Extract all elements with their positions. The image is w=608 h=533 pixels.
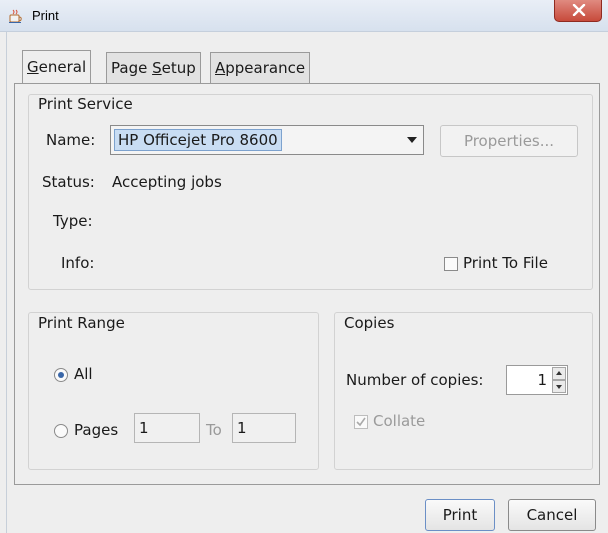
printer-name-select[interactable]: HP Officejet Pro 8600 xyxy=(110,125,424,155)
info-label: Info: xyxy=(61,254,95,272)
copies-title: Copies xyxy=(344,314,395,332)
type-label: Type: xyxy=(53,212,93,230)
print-to-file-checkbox[interactable] xyxy=(444,257,458,271)
chevron-down-icon[interactable] xyxy=(407,137,417,143)
all-radio[interactable] xyxy=(54,368,68,382)
pages-from-input[interactable]: 1 xyxy=(134,413,200,443)
print-dialog: Print General Page Setup Appearance Prin… xyxy=(0,0,608,533)
copies-value: 1 xyxy=(537,371,547,389)
close-icon xyxy=(572,4,586,16)
print-service-title: Print Service xyxy=(38,95,133,113)
printer-name-value: HP Officejet Pro 8600 xyxy=(114,129,282,151)
print-range-title: Print Range xyxy=(38,314,125,332)
properties-button[interactable]: Properties... xyxy=(440,125,578,157)
pages-to-value: 1 xyxy=(237,419,247,437)
pages-to-input[interactable]: 1 xyxy=(232,413,296,443)
spinner-up-button[interactable] xyxy=(552,367,566,380)
status-value: Accepting jobs xyxy=(112,173,222,191)
close-button[interactable] xyxy=(554,0,602,22)
spinner-down-button[interactable] xyxy=(552,380,566,393)
java-cup-icon xyxy=(9,9,22,23)
title-bar[interactable]: Print xyxy=(0,0,608,32)
all-radio-label[interactable]: All xyxy=(74,365,93,383)
collate-checkbox[interactable] xyxy=(354,415,368,429)
cancel-button[interactable]: Cancel xyxy=(508,499,596,531)
window-title: Print xyxy=(32,8,59,23)
copies-spinner[interactable]: 1 xyxy=(506,365,568,395)
tab-general[interactable]: General xyxy=(22,50,92,84)
tab-page-setup[interactable]: Page Setup xyxy=(106,52,201,84)
print-range-group xyxy=(28,312,319,470)
pages-radio[interactable] xyxy=(54,424,68,438)
tab-general-label: General xyxy=(27,58,87,76)
checkmark-icon xyxy=(356,417,366,427)
pages-from-value: 1 xyxy=(139,419,149,437)
print-button[interactable]: Print xyxy=(425,499,495,531)
to-label: To xyxy=(206,421,222,439)
tab-appearance-label: Appearance xyxy=(215,59,306,77)
number-of-copies-label: Number of copies: xyxy=(346,371,484,389)
tab-appearance[interactable]: Appearance xyxy=(210,52,311,84)
pages-radio-label[interactable]: Pages xyxy=(74,421,118,439)
print-to-file-label[interactable]: Print To File xyxy=(463,254,548,272)
collate-label: Collate xyxy=(373,412,426,430)
name-label: Name: xyxy=(46,131,96,149)
window-frame-edge xyxy=(6,32,7,533)
status-label: Status: xyxy=(42,173,95,191)
tab-page-setup-label: Page Setup xyxy=(111,59,196,77)
